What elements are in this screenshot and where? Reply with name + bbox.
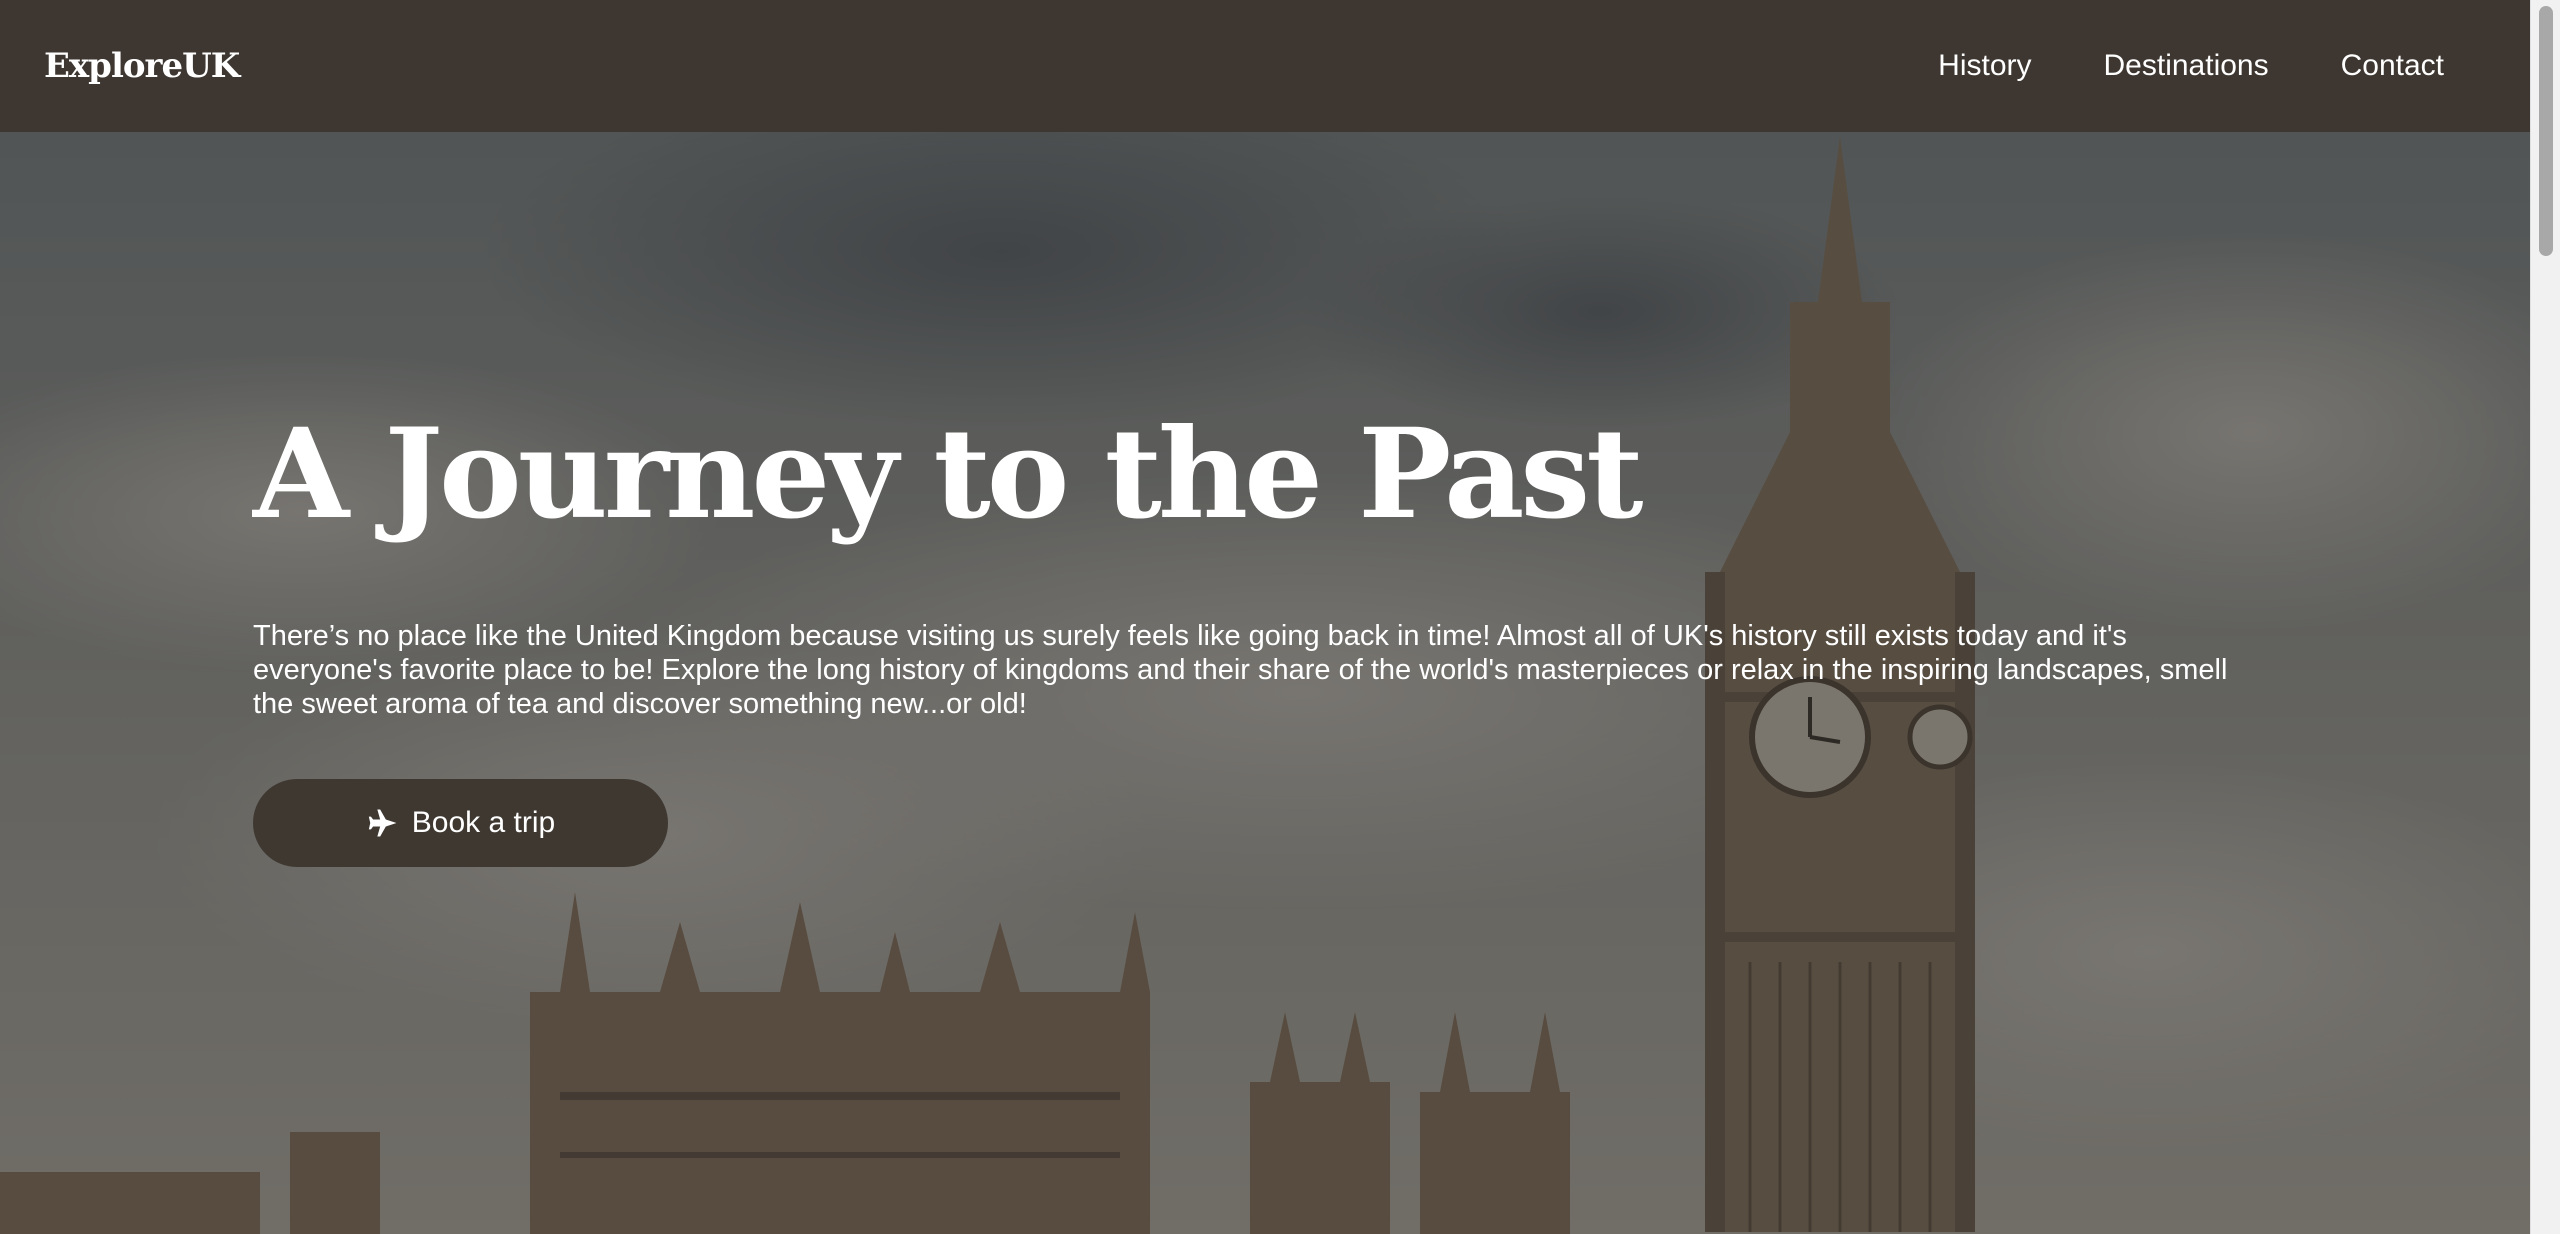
hero-title: A Journey to the Past (253, 402, 1644, 547)
nav-link-history[interactable]: History (1938, 49, 2031, 83)
navbar: ExploreUK History Destinations Contact (0, 0, 2530, 132)
nav-link-contact[interactable]: Contact (2341, 49, 2444, 83)
nav-links: History Destinations Contact (1938, 49, 2444, 83)
book-trip-label: Book a trip (411, 806, 556, 840)
logo[interactable]: ExploreUK (44, 46, 240, 86)
page-scrollbar[interactable] (2530, 0, 2560, 1234)
hero-description: There’s no place like the United Kingdom… (253, 620, 2228, 721)
hero-content: A Journey to the Past There’s no place l… (253, 402, 2273, 868)
book-trip-button[interactable]: Book a trip (253, 779, 668, 868)
scrollbar-thumb[interactable] (2539, 6, 2553, 256)
hero-section: A Journey to the Past There’s no place l… (0, 132, 2530, 1234)
plane-icon (368, 809, 397, 837)
nav-link-destinations[interactable]: Destinations (2104, 49, 2269, 83)
